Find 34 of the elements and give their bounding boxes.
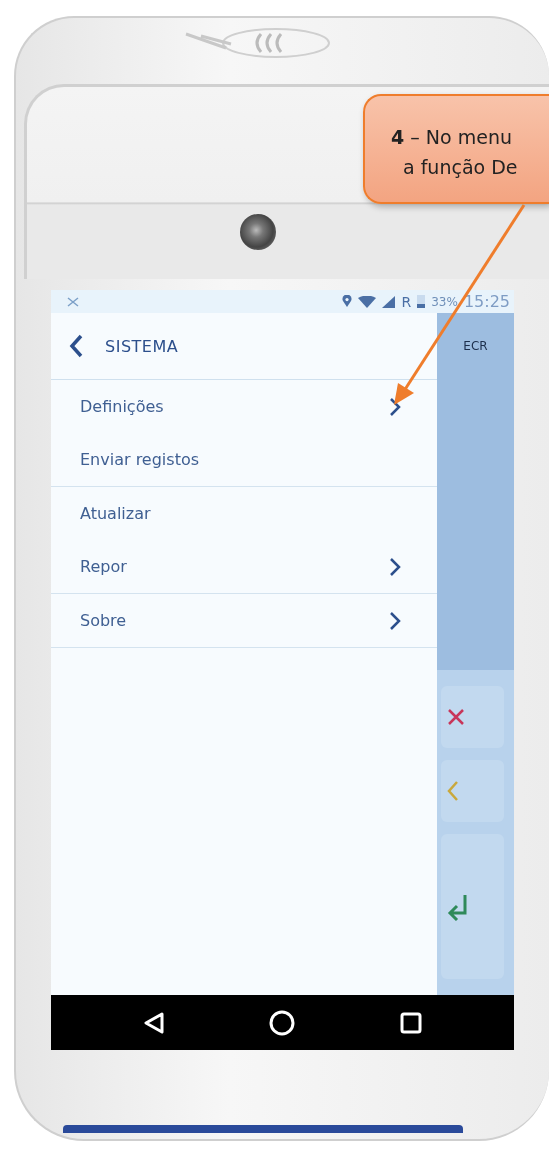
menu-item[interactable]: Enviar registos xyxy=(51,433,437,486)
menu-item-label: Enviar registos xyxy=(80,450,200,469)
menu-item-label: Repor xyxy=(80,557,127,576)
chevron-right-icon xyxy=(389,610,401,631)
battery-percent: 33% xyxy=(431,294,458,309)
back-button[interactable] xyxy=(67,332,85,360)
chevron-right-icon xyxy=(389,396,401,417)
location-pin-icon xyxy=(342,295,353,308)
back-triangle-icon[interactable] xyxy=(143,1011,166,1034)
enter-arrow-icon xyxy=(447,892,469,921)
recents-square-icon[interactable] xyxy=(399,1011,422,1034)
wifi-icon xyxy=(358,295,377,308)
chevron-right-icon xyxy=(389,556,401,577)
battery-icon xyxy=(417,295,426,308)
menu-item-label: Sobre xyxy=(80,611,127,630)
panel-title: ECR xyxy=(463,339,488,353)
menu-item[interactable]: Repor xyxy=(51,540,437,593)
home-circle-icon[interactable] xyxy=(269,1009,296,1036)
no-sim-icon xyxy=(67,296,79,307)
menu-item[interactable]: Sobre xyxy=(51,594,437,647)
network-type-label: R xyxy=(401,293,412,310)
camera-lens xyxy=(240,214,276,250)
chevron-left-icon xyxy=(69,334,83,358)
clock-time: 15:25 xyxy=(463,292,510,311)
menu-item-label: Definições xyxy=(80,397,164,416)
menu-item[interactable]: Atualizar xyxy=(51,487,437,540)
menu-item[interactable]: Definições xyxy=(51,380,437,433)
chevron-left-icon xyxy=(447,780,459,802)
callout-text: a função De xyxy=(402,155,519,180)
menu-item-label: Atualizar xyxy=(80,504,151,523)
callout-text: 4 – No menu xyxy=(391,125,513,150)
cross-icon xyxy=(447,708,465,726)
cell-signal-icon xyxy=(382,295,396,308)
menu-title: SISTEMA xyxy=(105,336,179,356)
